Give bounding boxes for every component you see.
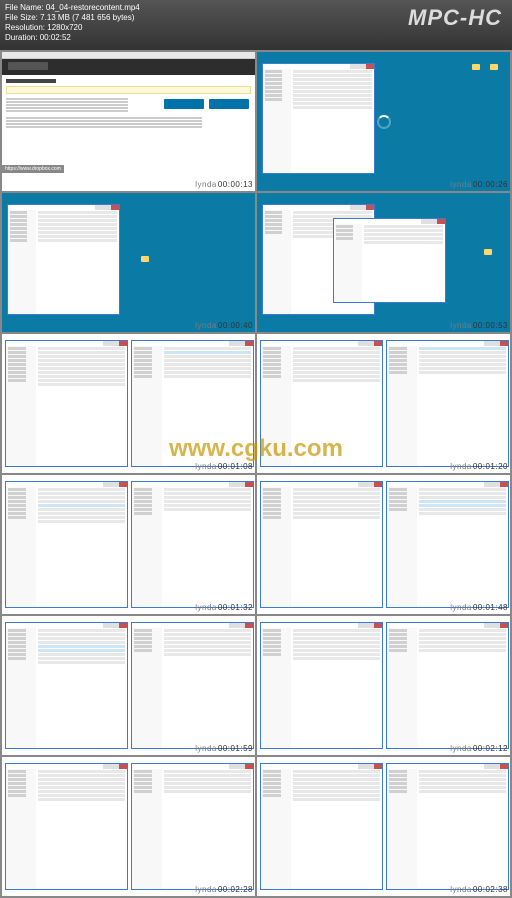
brand-watermark: lynda00:02:12	[450, 744, 508, 753]
folder-icon	[141, 256, 149, 262]
explorer-window	[386, 481, 509, 608]
explorer-window	[386, 340, 509, 467]
thumbnail[interactable]: lynda00:00:53	[257, 193, 510, 332]
wordpress-logo	[8, 62, 48, 70]
explorer-window	[260, 622, 383, 749]
notice-banner	[6, 86, 251, 94]
explorer-window	[5, 481, 128, 608]
browser-chrome	[2, 52, 255, 59]
explorer-window	[131, 763, 254, 890]
thumbnail[interactable]: lynda00:02:12	[257, 616, 510, 755]
thumbnail[interactable]: lynda00:01:08	[2, 334, 255, 473]
brand-watermark: lynda00:02:38	[450, 885, 508, 894]
brand-watermark: lynda00:00:26	[450, 180, 508, 189]
explorer-window	[5, 763, 128, 890]
page-heading	[6, 79, 56, 83]
explorer-window	[7, 204, 120, 314]
thumbnail[interactable]: lynda00:00:26	[257, 52, 510, 191]
thumbnail[interactable]: lynda00:02:28	[2, 757, 255, 896]
meta-duration: Duration: 00:02:52	[5, 33, 507, 43]
brand-watermark: lynda00:01:59	[195, 744, 253, 753]
folder-icon	[472, 64, 480, 70]
brand-watermark: lynda00:00:13	[195, 180, 253, 189]
explorer-window	[386, 763, 509, 890]
explorer-window	[260, 763, 383, 890]
explorer-window	[131, 481, 254, 608]
explorer-window	[5, 340, 128, 467]
site-header	[2, 59, 255, 75]
thumbnail[interactable]: lynda00:01:32	[2, 475, 255, 614]
brand-watermark: lynda00:01:32	[195, 603, 253, 612]
explorer-window	[5, 622, 128, 749]
folder-icon	[490, 64, 498, 70]
player-logo: MPC-HC	[408, 5, 502, 31]
explorer-window	[131, 622, 254, 749]
brand-watermark: lynda00:01:20	[450, 462, 508, 471]
brand-watermark: lynda00:01:48	[450, 603, 508, 612]
folder-icon	[484, 249, 492, 255]
brand-watermark: lynda00:01:08	[195, 462, 253, 471]
dropbox-link-tag: https://www.dropbox.com	[2, 165, 64, 173]
explorer-window	[386, 622, 509, 749]
thumbnail[interactable]: lynda00:01:59	[2, 616, 255, 755]
explorer-window	[131, 340, 254, 467]
brand-watermark: lynda00:02:28	[195, 885, 253, 894]
thumbnail[interactable]: lynda00:01:20	[257, 334, 510, 473]
brand-watermark: lynda00:00:53	[450, 321, 508, 330]
explorer-window	[333, 218, 446, 303]
brand-watermark: lynda00:00:40	[195, 321, 253, 330]
thumbnail[interactable]: lynda00:01:48	[257, 475, 510, 614]
thumbnail-grid: https://www.dropbox.com lynda00:00:13 ly…	[0, 50, 512, 898]
player-info-header: MPC-HC File Name: 04_04-restorecontent.m…	[0, 0, 512, 50]
loading-spinner	[377, 115, 391, 129]
explorer-window	[260, 340, 383, 467]
thumbnail[interactable]: lynda00:00:40	[2, 193, 255, 332]
download-button-alt	[209, 99, 249, 109]
download-button	[164, 99, 204, 109]
thumbnail[interactable]: https://www.dropbox.com lynda00:00:13	[2, 52, 255, 191]
thumbnail[interactable]: lynda00:02:38	[257, 757, 510, 896]
explorer-window	[260, 481, 383, 608]
explorer-window	[262, 63, 375, 173]
